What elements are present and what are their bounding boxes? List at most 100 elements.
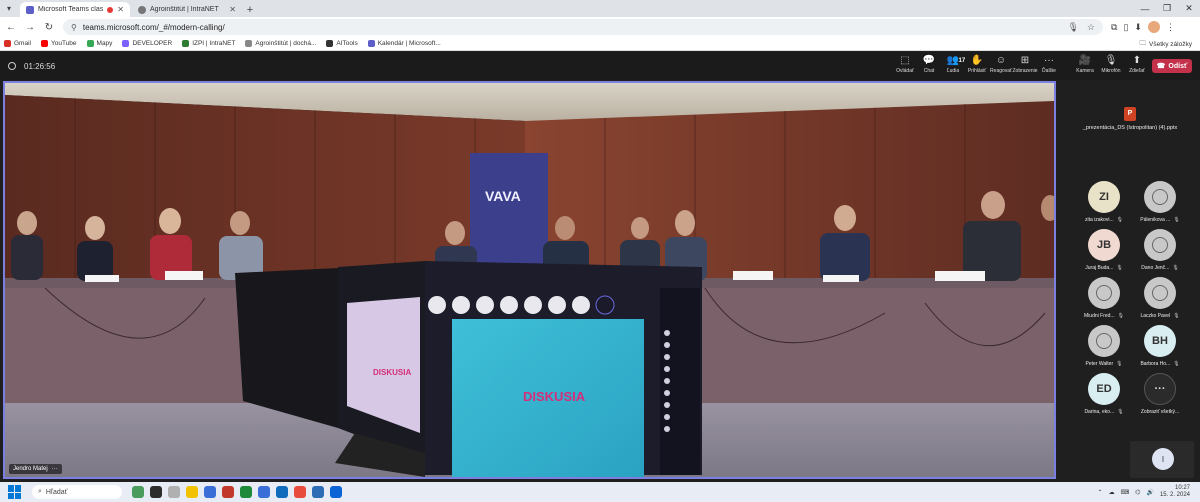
minimize-icon[interactable]: — bbox=[1134, 0, 1156, 17]
shared-file-name: _prezentácia_DS (Istropolitan) (4).pptx bbox=[1082, 125, 1178, 131]
downloads-icon[interactable]: ⬇ bbox=[1134, 22, 1142, 33]
tool-label: Prihlásiť bbox=[967, 68, 987, 74]
app-icon[interactable] bbox=[222, 486, 234, 498]
app-icon[interactable] bbox=[204, 486, 216, 498]
view-button[interactable]: ⊞ Zobrazenie bbox=[1013, 54, 1038, 74]
network-icon[interactable]: ⌬ bbox=[1135, 489, 1140, 496]
active-speaker-video[interactable]: VAVA DISKUSIA DISKUSIA Jendro Matej ··· bbox=[3, 81, 1056, 479]
self-view-tile[interactable]: I bbox=[1130, 441, 1194, 478]
participant-tile[interactable]: Pálenikova ... 🎙 bbox=[1132, 181, 1188, 223]
bookmark-item[interactable]: Kalendár | Microsoft... bbox=[367, 40, 441, 47]
avatar bbox=[1088, 325, 1120, 357]
raise-hand-button[interactable]: ✋ Prihlásiť bbox=[965, 54, 989, 74]
bookmark-item[interactable]: Gmail bbox=[4, 40, 31, 47]
meeting-info-icon[interactable] bbox=[8, 62, 16, 70]
extensions-icon[interactable]: ⧉ bbox=[1111, 22, 1117, 33]
more-participants-icon: ··· bbox=[1144, 373, 1176, 405]
profile-avatar[interactable] bbox=[1147, 21, 1160, 33]
start-button[interactable] bbox=[8, 485, 22, 499]
forward-icon[interactable]: → bbox=[22, 19, 38, 35]
sidebar-icon[interactable]: ▯ bbox=[1123, 22, 1128, 33]
leave-call-button[interactable]: ☎ Odísť bbox=[1152, 59, 1192, 73]
bookmark-item[interactable]: IZPI | IntraNET bbox=[182, 40, 235, 47]
bookmark-item[interactable]: Mapy bbox=[86, 40, 112, 47]
clock-date: 15. 2. 2024 bbox=[1159, 492, 1190, 498]
share-button[interactable]: ⬆ Zdieľať bbox=[1125, 54, 1149, 74]
participant-tile[interactable]: Dano Jenč... 🎙 bbox=[1132, 229, 1188, 271]
avatar bbox=[1144, 229, 1176, 261]
maximize-icon[interactable]: ❐ bbox=[1156, 0, 1178, 17]
close-tab-icon[interactable]: ✕ bbox=[117, 5, 124, 14]
close-window-icon[interactable]: ✕ bbox=[1178, 0, 1200, 17]
tab-search-icon[interactable]: ▾ bbox=[0, 0, 18, 17]
tab-intranet[interactable]: Agroinštitút | IntraNET ✕ bbox=[132, 2, 242, 17]
camera-button[interactable]: 🎥 Kamera bbox=[1073, 54, 1097, 74]
react-button[interactable]: ☺ Reagovať bbox=[989, 54, 1013, 74]
clock-time: 10:27 bbox=[1174, 485, 1190, 491]
bookmark-item[interactable]: AITools bbox=[326, 40, 358, 47]
mic-muted-icon: 🎙 bbox=[1173, 217, 1180, 223]
mic-muted-icon: 🎙 bbox=[1173, 361, 1180, 367]
browser-menu-icon[interactable]: ⋮ bbox=[1166, 22, 1175, 33]
task-view-icon[interactable] bbox=[150, 486, 162, 498]
volume-icon[interactable]: 🔊 bbox=[1146, 489, 1153, 496]
widgets-icon[interactable] bbox=[132, 486, 144, 498]
avatar: BH bbox=[1144, 325, 1176, 357]
app-icon[interactable] bbox=[168, 486, 180, 498]
bookmark-item[interactable]: YouTube bbox=[40, 40, 77, 47]
chrome-icon[interactable] bbox=[294, 486, 306, 498]
participant-name: zita izakovi... bbox=[1085, 217, 1114, 223]
tool-label: Reagovať bbox=[990, 68, 1012, 74]
reload-icon[interactable]: ↻ bbox=[41, 19, 57, 35]
left-slide-text: DISKUSIA bbox=[373, 368, 411, 377]
bookmark-item[interactable]: DEVELOPER bbox=[122, 40, 172, 47]
app-icon[interactable] bbox=[258, 486, 270, 498]
people-button[interactable]: 👥 17 Ľudia bbox=[941, 54, 965, 74]
all-bookmarks-label: Všetky záložky bbox=[1149, 40, 1192, 48]
close-tab-icon[interactable]: ✕ bbox=[229, 5, 236, 14]
microphone-button[interactable]: 🎙 Mikrofón bbox=[1099, 54, 1123, 74]
file-explorer-icon[interactable] bbox=[186, 486, 198, 498]
developer-icon bbox=[122, 40, 130, 47]
avatar: ED bbox=[1088, 373, 1120, 405]
chat-button[interactable]: 💬 Chat bbox=[917, 54, 941, 74]
bookmark-item[interactable]: Agroinštitút | dochá... bbox=[245, 40, 316, 47]
show-hidden-icons-icon[interactable]: ⌃ bbox=[1098, 489, 1103, 496]
avatar bbox=[1144, 181, 1176, 213]
monitor-list-items bbox=[664, 330, 670, 432]
participant-tile[interactable]: Laczko Pavel 🎙 bbox=[1132, 277, 1188, 319]
cloud-icon[interactable]: ☁ bbox=[1109, 489, 1115, 496]
show-all-participants[interactable]: ··· Zobraziť všetký... bbox=[1132, 373, 1188, 415]
taskbar-search[interactable]: ⌕ Hľadať bbox=[32, 485, 122, 499]
edge-icon[interactable] bbox=[240, 486, 252, 498]
gmail-icon bbox=[4, 40, 11, 47]
site-info-icon[interactable]: ⚲ bbox=[71, 23, 77, 32]
bookmark-star-icon[interactable]: ☆ bbox=[1087, 22, 1095, 33]
participant-tile[interactable]: BH Barbora Ho... 🎙 bbox=[1132, 325, 1188, 367]
voice-search-icon[interactable]: 🎙 bbox=[1067, 22, 1078, 33]
all-bookmarks-button[interactable]: 🗀 Všetky záložky bbox=[1140, 37, 1193, 51]
new-tab-button[interactable]: + bbox=[242, 2, 258, 17]
mic-muted-icon: 🎙 bbox=[1116, 265, 1123, 271]
bookmark-label: AITools bbox=[336, 40, 358, 47]
url-bar[interactable]: ⚲ teams.microsoft.com/_#/modern-calling/… bbox=[63, 19, 1103, 35]
bookmark-label: Agroinštitút | dochá... bbox=[255, 40, 317, 47]
back-icon[interactable]: ← bbox=[3, 19, 19, 35]
participant-tile[interactable]: JB Juraj Buda... 🎙 bbox=[1076, 229, 1132, 271]
word-icon[interactable] bbox=[312, 486, 324, 498]
shared-file[interactable]: P _prezentácia_DS (Istropolitan) (4).ppt… bbox=[1060, 107, 1200, 131]
participant-tile[interactable]: Miudni Fred... 🎙 bbox=[1076, 277, 1132, 319]
control-button[interactable]: ⬚ Ovládať bbox=[893, 54, 917, 74]
more-options-icon[interactable]: ··· bbox=[52, 466, 58, 472]
mic-muted-icon: 🎙 bbox=[1172, 265, 1179, 271]
participant-tile[interactable]: Peter Walter 🎙 bbox=[1076, 325, 1132, 367]
outlook-icon[interactable] bbox=[276, 486, 288, 498]
more-button[interactable]: ··· Ďalšie bbox=[1037, 54, 1061, 74]
language-icon[interactable]: ⌨ bbox=[1121, 489, 1130, 496]
participant-tile[interactable]: ZI zita izakovi... 🎙 bbox=[1076, 181, 1132, 223]
meeting-stage: VAVA DISKUSIA DISKUSIA Jendro Matej ··· … bbox=[0, 80, 1200, 482]
tab-teams[interactable]: Microsoft Teams classic ✕ bbox=[20, 2, 130, 17]
participant-tile[interactable]: ED Darina, eko... 🎙 bbox=[1076, 373, 1132, 415]
clock[interactable]: 10:27 15. 2. 2024 bbox=[1160, 485, 1190, 499]
mail-icon[interactable] bbox=[330, 486, 342, 498]
